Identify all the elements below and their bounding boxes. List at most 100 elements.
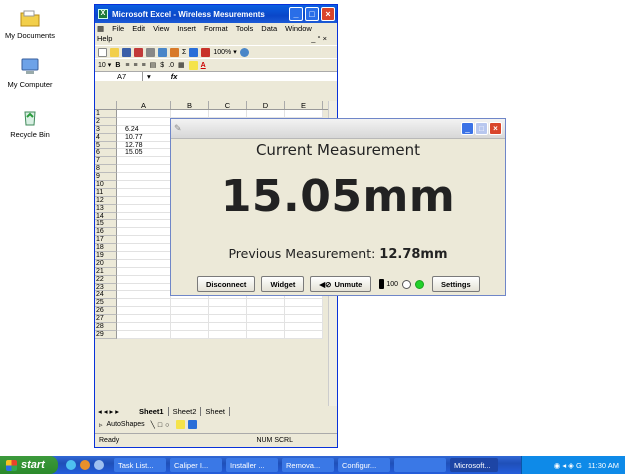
grid-cell[interactable]: [209, 299, 247, 308]
menu-window[interactable]: Window: [285, 24, 312, 33]
new-icon[interactable]: [98, 47, 107, 57]
grid-cell[interactable]: [117, 267, 171, 276]
grid-cell[interactable]: [209, 315, 247, 324]
start-button[interactable]: start: [0, 456, 58, 474]
row-header[interactable]: 14: [95, 212, 117, 221]
chevron-down-icon[interactable]: ▾: [233, 48, 237, 56]
row-header[interactable]: 24: [95, 291, 117, 300]
decimal-icon[interactable]: .0: [168, 62, 174, 69]
row-header[interactable]: 27: [95, 315, 117, 324]
firefox-icon[interactable]: [80, 460, 90, 470]
grid-cell[interactable]: [171, 307, 209, 316]
chevron-down-icon[interactable]: ▾: [108, 61, 112, 69]
measurement-title-bar[interactable]: ✎ _ □ ×: [171, 119, 505, 139]
grid-cell[interactable]: [171, 315, 209, 324]
task-button[interactable]: [394, 458, 446, 472]
menu-view[interactable]: View: [153, 24, 169, 33]
select-objects-icon[interactable]: ▹: [99, 421, 103, 429]
grid-cell[interactable]: [117, 204, 171, 213]
row-header[interactable]: 23: [95, 283, 117, 292]
task-button[interactable]: Configur...: [338, 458, 390, 472]
unmute-button[interactable]: ◀⊘ Unmute: [310, 276, 372, 292]
grid-cell[interactable]: [285, 110, 323, 118]
grid-cell[interactable]: [171, 110, 209, 118]
task-button[interactable]: Remova...: [282, 458, 334, 472]
minimize-button[interactable]: _: [289, 7, 303, 21]
grid-cell[interactable]: [247, 307, 285, 316]
fx-icon[interactable]: fx: [171, 72, 178, 81]
row-header[interactable]: 12: [95, 196, 117, 205]
desktop-icon-my-documents[interactable]: My Documents: [0, 8, 60, 40]
grid-cell[interactable]: [117, 259, 171, 268]
row-header[interactable]: 17: [95, 236, 117, 245]
grid-cell[interactable]: [117, 181, 171, 189]
grid-cell[interactable]: [209, 110, 247, 118]
grid-cell[interactable]: [117, 291, 171, 300]
grid-cell[interactable]: [117, 283, 171, 292]
column-header[interactable]: A: [117, 101, 171, 110]
row-header[interactable]: 22: [95, 275, 117, 284]
row-header[interactable]: 8: [95, 165, 117, 174]
grid-cell[interactable]: [117, 315, 171, 324]
font-size-select[interactable]: 10: [98, 62, 106, 69]
task-button[interactable]: Installer ...: [226, 458, 278, 472]
task-button-excel[interactable]: Microsoft...: [450, 458, 498, 472]
column-header[interactable]: D: [247, 101, 285, 110]
grid-cell[interactable]: [247, 315, 285, 324]
select-all-corner[interactable]: [95, 101, 117, 109]
row-header[interactable]: 15: [95, 220, 117, 229]
row-header[interactable]: 7: [95, 157, 117, 166]
currency-icon[interactable]: $: [160, 62, 164, 69]
widget-button[interactable]: Widget: [261, 276, 305, 292]
grid-cell[interactable]: [117, 157, 171, 166]
grid-cell[interactable]: [247, 330, 285, 339]
row-header[interactable]: 2: [95, 117, 117, 126]
grid-cell[interactable]: [117, 330, 171, 339]
grid-cell[interactable]: [247, 110, 285, 118]
menu-insert[interactable]: Insert: [177, 24, 196, 33]
task-button[interactable]: Caliper I...: [170, 458, 222, 472]
grid-cell[interactable]: [285, 323, 323, 331]
column-header[interactable]: C: [209, 101, 247, 110]
borders-icon[interactable]: ▦: [178, 61, 185, 69]
task-button[interactable]: Task List...: [114, 458, 166, 472]
menu-tools[interactable]: Tools: [236, 24, 254, 33]
row-header[interactable]: 4: [95, 133, 117, 142]
row-header[interactable]: 1: [95, 110, 117, 118]
desktop-icon-recycle-bin[interactable]: Recycle Bin: [0, 107, 60, 139]
save-icon[interactable]: [122, 47, 131, 57]
grid-cell[interactable]: 12.78: [117, 141, 171, 150]
grid-cell[interactable]: [117, 299, 171, 308]
row-header[interactable]: 29: [95, 330, 117, 339]
row-header[interactable]: 26: [95, 307, 117, 316]
row-header[interactable]: 16: [95, 228, 117, 237]
menu-help[interactable]: Help: [97, 34, 112, 43]
grid-cell[interactable]: [209, 323, 247, 331]
grid-cell[interactable]: [209, 330, 247, 339]
grid-cell[interactable]: [117, 212, 171, 221]
grid-cell[interactable]: [117, 307, 171, 316]
sheet-nav-arrows[interactable]: ◂◂▸▸: [95, 407, 135, 416]
chevron-down-icon[interactable]: ▾: [147, 72, 151, 81]
name-box[interactable]: A7: [95, 72, 143, 81]
menu-file[interactable]: File: [112, 24, 124, 33]
grid-cell[interactable]: [117, 323, 171, 331]
grid-cell[interactable]: [171, 299, 209, 308]
grid-cell[interactable]: [247, 299, 285, 308]
grid-cell[interactable]: [117, 228, 171, 237]
grid-cell[interactable]: [117, 165, 171, 174]
row-header[interactable]: 6: [95, 149, 117, 158]
grid-cell[interactable]: [117, 220, 171, 229]
document-controls[interactable]: _ ° ×: [311, 34, 327, 43]
grid-cell[interactable]: [285, 330, 323, 339]
grid-cell[interactable]: [117, 117, 171, 126]
preview-icon[interactable]: [158, 47, 167, 57]
close-button[interactable]: ×: [489, 122, 502, 135]
grid-cell[interactable]: [117, 252, 171, 260]
maximize-button[interactable]: □: [475, 122, 488, 135]
row-header[interactable]: 5: [95, 141, 117, 150]
menu-edit[interactable]: Edit: [132, 24, 145, 33]
tab-sheet2[interactable]: Sheet2: [169, 406, 202, 416]
maximize-button[interactable]: □: [305, 7, 319, 21]
fill-color-icon[interactable]: [176, 420, 186, 429]
